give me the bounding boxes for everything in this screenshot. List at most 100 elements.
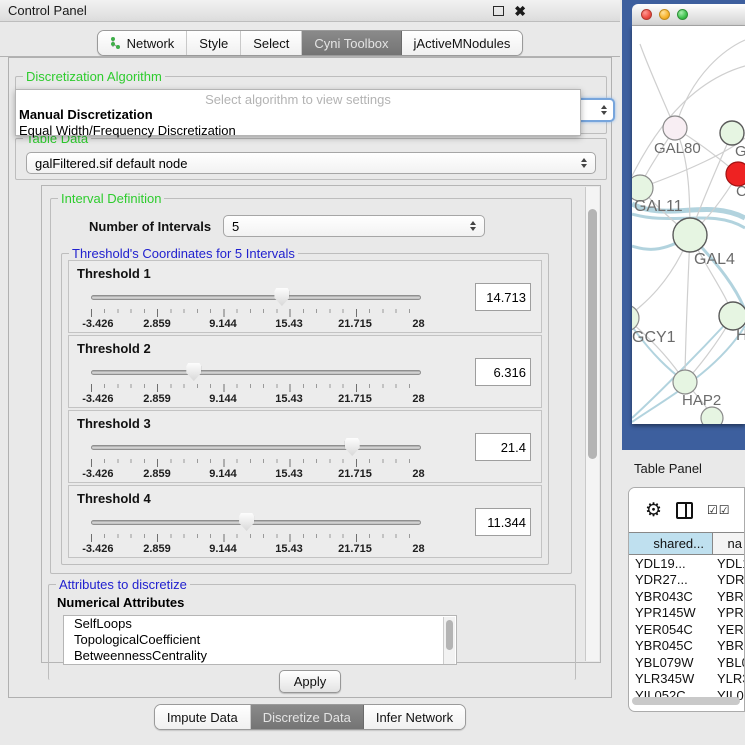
table-data-combobox[interactable]: galFiltered.sif default node: [26, 152, 596, 174]
table-rows: YDL19...YDL1 YDR27...YDR2 YBR043CYBR0 YP…: [629, 555, 744, 704]
network-canvas[interactable]: GAL80 GA C GAL11 GAL4 GCY1 H HAP2: [632, 26, 745, 424]
threshold-2-slider-thumb[interactable]: [186, 363, 201, 381]
threshold-4-value-field[interactable]: [475, 508, 531, 536]
column-header-shared-name[interactable]: shared...: [629, 533, 713, 554]
attributes-to-discretize-title: Attributes to discretize: [56, 577, 190, 592]
select-columns-icon[interactable]: ☑☑: [707, 503, 731, 517]
threshold-3-panel: Threshold 3 -3.426 2.859 9.144 15.43 21.…: [68, 410, 542, 483]
node-label-gal11: GAL11: [634, 198, 683, 215]
close-traffic-icon[interactable]: [641, 9, 652, 20]
threshold-2-slider-track[interactable]: [91, 370, 421, 375]
combo-arrows-icon: [581, 158, 587, 168]
slider-tick-labels: -3.426 2.859 9.144 15.43 21.715 28: [91, 393, 421, 405]
slider-ticks: [91, 534, 422, 542]
node-partial-top-right[interactable]: [720, 121, 744, 145]
slider-ticks: [91, 459, 422, 467]
threshold-coordinates-title: Threshold's Coordinates for 5 Intervals: [69, 246, 298, 261]
node-bottom-partial[interactable]: [701, 407, 723, 424]
close-icon[interactable]: ✖: [514, 6, 526, 16]
combo-arrows-icon: [470, 221, 476, 231]
table-row[interactable]: YBL079WYBL0: [629, 654, 744, 671]
control-panel-title: Control Panel: [8, 3, 87, 18]
node-label-gal80: GAL80: [654, 140, 701, 157]
network-view-window: GAL80 GA C GAL11 GAL4 GCY1 H HAP2: [622, 0, 745, 450]
list-item[interactable]: SelfLoops: [64, 616, 456, 632]
table-row[interactable]: YDR27...YDR2: [629, 572, 744, 589]
threshold-1-slider-thumb[interactable]: [274, 288, 289, 306]
tab-jactivemnodules[interactable]: jActiveMNodules: [402, 31, 523, 55]
threshold-1-label: Threshold 1: [77, 266, 151, 281]
right-side-region: GAL80 GA C GAL11 GAL4 GCY1 H HAP2 Table …: [620, 0, 745, 745]
slider-tick-labels: -3.426 2.859 9.144 15.43 21.715 28: [91, 543, 421, 555]
threshold-3-value-field[interactable]: [475, 433, 531, 461]
apply-button[interactable]: Apply: [279, 670, 341, 693]
table-data-group: Table Data galFiltered.sif default node: [15, 138, 607, 180]
threshold-1-value-field[interactable]: [475, 283, 531, 311]
gear-icon[interactable]: ⚙: [645, 501, 662, 520]
zoom-traffic-icon[interactable]: [677, 9, 688, 20]
threshold-coordinates-group: Threshold's Coordinates for 5 Intervals …: [61, 253, 549, 565]
table-panel-toolbar: ⚙ ☑☑: [629, 488, 744, 532]
network-window-titlebar: [632, 4, 745, 26]
discretization-algorithm-title: Discretization Algorithm: [23, 69, 165, 84]
slider-tick-labels: -3.426 2.859 9.144 15.43 21.715 28: [91, 318, 421, 330]
threshold-1-panel: Threshold 1 -3.426 2.859 9.144 15.43 21.…: [68, 260, 542, 333]
table-row[interactable]: YBR045CYBR0: [629, 638, 744, 655]
settings-scrollbar[interactable]: [585, 187, 599, 661]
tab-infer-network[interactable]: Infer Network: [364, 705, 465, 729]
table-row[interactable]: YPR145WYPR1: [629, 605, 744, 622]
number-of-intervals-combobox[interactable]: 5: [223, 215, 485, 237]
control-panel: Control Panel ✖ Network Style Select Cyn…: [0, 0, 620, 745]
node-right-middle[interactable]: [719, 302, 745, 330]
threshold-2-value-field[interactable]: [475, 358, 531, 386]
slider-ticks: [91, 309, 422, 317]
list-item[interactable]: TopologicalCoefficient: [64, 632, 456, 648]
interval-definition-group: Interval Definition Number of Intervals …: [50, 198, 572, 574]
table-row[interactable]: YBR043CYBR0: [629, 588, 744, 605]
table-data-selected-value: galFiltered.sif default node: [35, 156, 187, 171]
table-row[interactable]: YER054CYER0: [629, 621, 744, 638]
threshold-3-slider-track[interactable]: [91, 445, 421, 450]
table-row[interactable]: YLR345WYLR3: [629, 671, 744, 688]
tab-impute-data[interactable]: Impute Data: [155, 705, 251, 729]
float-window-icon[interactable]: [493, 6, 504, 16]
threshold-3-label: Threshold 3: [77, 416, 151, 431]
threshold-4-label: Threshold 4: [77, 491, 151, 506]
table-row[interactable]: YDL19...YDL1: [629, 555, 744, 572]
table-panel-title: Table Panel: [620, 461, 702, 476]
threshold-4-slider-thumb[interactable]: [239, 513, 254, 531]
column-header-name[interactable]: na: [713, 533, 744, 554]
table-horizontal-scrollbar[interactable]: [632, 697, 740, 705]
minimize-traffic-icon[interactable]: [659, 9, 670, 20]
node-label-partial-ga: GA: [735, 143, 745, 160]
threshold-2-panel: Threshold 2 -3.426 2.859 9.144 15.43 21.…: [68, 335, 542, 408]
tab-network[interactable]: Network: [98, 31, 188, 55]
node-label-h: H: [736, 327, 745, 344]
columns-icon[interactable]: [676, 502, 693, 519]
threshold-1-slider-track[interactable]: [91, 295, 421, 300]
list-scrollbar[interactable]: [443, 617, 455, 665]
algorithm-dropdown-popup: Select algorithm to view settings Manual…: [15, 89, 581, 136]
node-hap2[interactable]: [673, 370, 697, 394]
node-gal4[interactable]: [673, 218, 707, 252]
top-tab-bar: Network Style Select Cyni Toolbox jActiv…: [0, 30, 620, 56]
tab-discretize-data[interactable]: Discretize Data: [251, 705, 364, 729]
node-gal80[interactable]: [663, 116, 687, 140]
node-label-partial-c: C: [736, 183, 745, 200]
number-of-intervals-label: Number of Intervals: [89, 219, 211, 234]
tab-style[interactable]: Style: [187, 31, 241, 55]
bottom-tab-bar: Impute Data Discretize Data Infer Networ…: [0, 704, 620, 730]
dropdown-item-equal-width-frequency[interactable]: Equal Width/Frequency Discretization: [16, 123, 580, 139]
threshold-3-slider-thumb[interactable]: [345, 438, 360, 456]
threshold-4-slider-track[interactable]: [91, 520, 421, 525]
combo-arrows-icon: [601, 105, 607, 115]
list-item[interactable]: BetweennessCentrality: [64, 648, 456, 664]
dropdown-item-manual-discretization[interactable]: Manual Discretization: [16, 107, 580, 123]
numerical-attributes-list: SelfLoops TopologicalCoefficient Between…: [63, 615, 457, 665]
node-label-gcy1: GCY1: [632, 329, 676, 346]
table-panel-header: Table Panel: [620, 452, 745, 484]
node-label-hap2: HAP2: [682, 392, 721, 409]
tab-cyni-toolbox[interactable]: Cyni Toolbox: [302, 31, 401, 55]
dropdown-placeholder-item[interactable]: Select algorithm to view settings: [16, 90, 580, 107]
tab-select[interactable]: Select: [241, 31, 302, 55]
